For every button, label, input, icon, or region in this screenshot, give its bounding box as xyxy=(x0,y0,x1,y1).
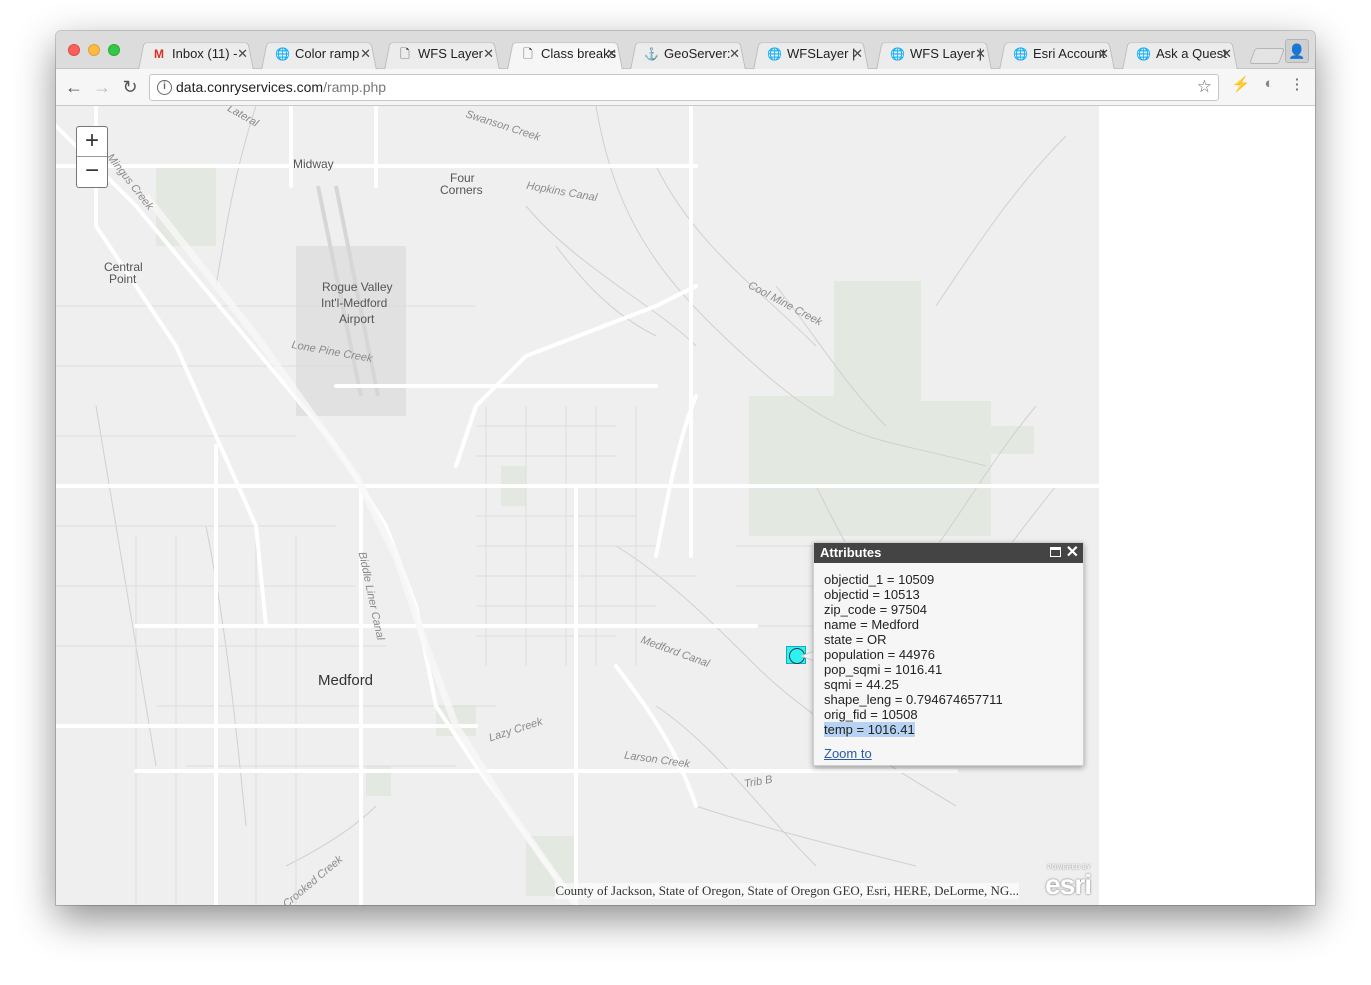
attribute-row: state = OR xyxy=(824,632,887,647)
attribute-row: orig_fid = 10508 xyxy=(824,707,918,722)
attribute-row: pop_sqmi = 1016.41 xyxy=(824,662,943,677)
reload-icon[interactable]: ↻ xyxy=(118,75,142,99)
zoom-in-button[interactable]: + xyxy=(77,127,107,157)
tab-strip: M Inbox (11) - ✕ 🌐 Color ramp ✕ 🗋 WFS La… xyxy=(56,31,1315,69)
place-label-point: Point xyxy=(109,272,137,286)
tab-color-ramp[interactable]: 🌐 Color ramp ✕ xyxy=(255,39,381,69)
basemap-tiles xyxy=(56,106,1099,905)
tab-close-icon[interactable]: ✕ xyxy=(237,39,248,69)
url-host: data.conryservices.com xyxy=(176,79,324,95)
tab-close-icon[interactable]: ✕ xyxy=(360,39,371,69)
tab-class-breaks[interactable]: 🗋 Class breaks ✕ xyxy=(501,39,627,69)
attribute-row: zip_code = 97504 xyxy=(824,602,928,617)
back-arrow-icon[interactable]: ← xyxy=(62,75,86,99)
globe-icon: 🌐 xyxy=(275,47,290,61)
tab-esri-account[interactable]: 🌐 Esri Account ✕ xyxy=(993,39,1119,69)
highlighted-text: temp = 1016.41 xyxy=(824,722,915,737)
place-label-airport-line1: Rogue Valley xyxy=(322,280,393,294)
attribute-row: objectid_1 = 10509 xyxy=(824,572,935,587)
attribute-row-selected: temp = 1016.41 xyxy=(824,722,1073,737)
attribute-row: sqmi = 44.25 xyxy=(824,677,899,692)
tab-wfslayer[interactable]: 🌐 WFSLayer | ✕ xyxy=(747,39,873,69)
page-blank-area xyxy=(1099,106,1315,905)
popup-body: objectid_1 = 10509 objectid = 10513 zip_… xyxy=(814,563,1083,770)
tab-close-icon[interactable]: ✕ xyxy=(975,39,986,69)
popup-header: Attributes ✕ xyxy=(814,543,1083,563)
place-label-airport-line3: Airport xyxy=(339,312,375,326)
tab-close-icon[interactable]: ✕ xyxy=(606,39,617,69)
attribute-row: name = Medford xyxy=(824,617,920,632)
tab-close-icon[interactable]: ✕ xyxy=(729,39,740,69)
map-attribution: County of Jackson, State of Oregon, Stat… xyxy=(555,883,1019,899)
zoom-control: + − xyxy=(76,126,108,188)
geoserver-icon: ⚓ xyxy=(644,47,659,61)
page-icon: 🗋 xyxy=(523,47,533,61)
maximize-icon[interactable] xyxy=(1050,547,1061,557)
tab-ask-question[interactable]: 🌐 Ask a Quest ✕ xyxy=(1116,39,1242,69)
window-zoom-button[interactable] xyxy=(108,44,120,56)
forward-arrow-icon[interactable]: → xyxy=(90,75,114,99)
globe-icon: 🌐 xyxy=(890,47,905,61)
place-label-airport-line2: Int'l-Medford xyxy=(321,296,388,310)
extension-2-icon[interactable]: ◐ xyxy=(1258,75,1280,92)
attributes-popup: Attributes ✕ objectid_1 = 10509 objectid… xyxy=(813,542,1084,766)
window-minimize-button[interactable] xyxy=(88,44,100,56)
esri-logo[interactable]: POWERED BY esri xyxy=(1045,865,1092,900)
browser-toolbar: ← → ↻ i data.conryservices.com/ramp.php … xyxy=(56,69,1315,106)
browser-window: M Inbox (11) - ✕ 🌐 Color ramp ✕ 🗋 WFS La… xyxy=(56,31,1315,905)
esri-globe-icon: 🌐 xyxy=(1136,47,1151,61)
new-tab-button[interactable] xyxy=(1249,48,1285,64)
bookmark-star-icon[interactable]: ☆ xyxy=(1197,77,1212,97)
profile-icon[interactable]: 👤 xyxy=(1285,39,1309,63)
tab-wfs-layer[interactable]: 🗋 WFS Layer ✕ xyxy=(378,39,504,69)
esri-globe-icon: 🌐 xyxy=(1013,47,1028,61)
extension-icon[interactable]: ⚡ xyxy=(1230,75,1252,93)
globe-icon: 🌐 xyxy=(767,47,782,61)
zoom-to-link[interactable]: Zoom to xyxy=(824,746,872,761)
attribute-row: population = 44976 xyxy=(824,647,935,662)
place-label-medford: Medford xyxy=(318,672,374,689)
attribute-row: shape_leng = 0.794674657711 xyxy=(824,692,1003,707)
tab-close-icon[interactable]: ✕ xyxy=(1098,39,1109,69)
tab-close-icon[interactable]: ✕ xyxy=(1221,39,1232,69)
tab-inbox[interactable]: M Inbox (11) - ✕ xyxy=(132,39,258,69)
window-close-button[interactable] xyxy=(68,44,80,56)
address-bar[interactable]: i data.conryservices.com/ramp.php ☆ xyxy=(149,74,1219,101)
place-label-midway: Midway xyxy=(293,157,334,171)
esri-wordmark: esri xyxy=(1045,869,1092,900)
place-label-corners: Corners xyxy=(440,183,483,197)
url-path: /ramp.php xyxy=(323,79,387,95)
info-icon[interactable]: i xyxy=(157,80,172,95)
gmail-icon: M xyxy=(154,47,164,61)
tab-close-icon[interactable]: ✕ xyxy=(483,39,494,69)
menu-kebab-icon[interactable]: ⋮ xyxy=(1286,75,1308,93)
popup-title: Attributes xyxy=(820,545,882,560)
close-icon[interactable]: ✕ xyxy=(1066,543,1079,563)
page-icon: 🗋 xyxy=(400,47,410,61)
url-text: data.conryservices.com/ramp.php xyxy=(176,79,386,95)
zoom-out-button[interactable]: − xyxy=(77,157,107,187)
tab-geoserver[interactable]: ⚓ GeoServer: ✕ xyxy=(624,39,750,69)
tab-close-icon[interactable]: ✕ xyxy=(852,39,863,69)
map-view[interactable]: + − Midway Four Corners Central Point Ro… xyxy=(56,106,1099,905)
attribute-row: objectid = 10513 xyxy=(824,587,920,602)
tab-wfs-layer-2[interactable]: 🌐 WFS Layer | ✕ xyxy=(870,39,996,69)
